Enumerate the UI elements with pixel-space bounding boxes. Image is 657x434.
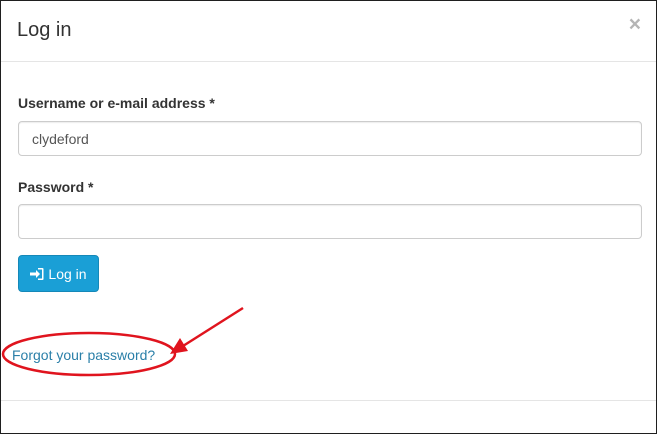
close-button[interactable]: × [629, 14, 641, 35]
login-button-label: Log in [48, 265, 87, 282]
password-input[interactable] [18, 204, 642, 239]
username-input[interactable] [18, 121, 642, 156]
login-button[interactable]: Log in [18, 255, 99, 292]
sign-in-icon [30, 267, 44, 281]
modal-title: Log in [17, 19, 72, 41]
username-label: Username or e-mail address * [18, 95, 215, 111]
modal-header: Log in × [1, 1, 656, 62]
forgot-password-link[interactable]: Forgot your password? [12, 347, 155, 363]
modal-footer [1, 400, 656, 401]
login-modal: Log in × Username or e-mail address * Pa… [0, 0, 657, 434]
password-label: Password * [18, 179, 94, 195]
